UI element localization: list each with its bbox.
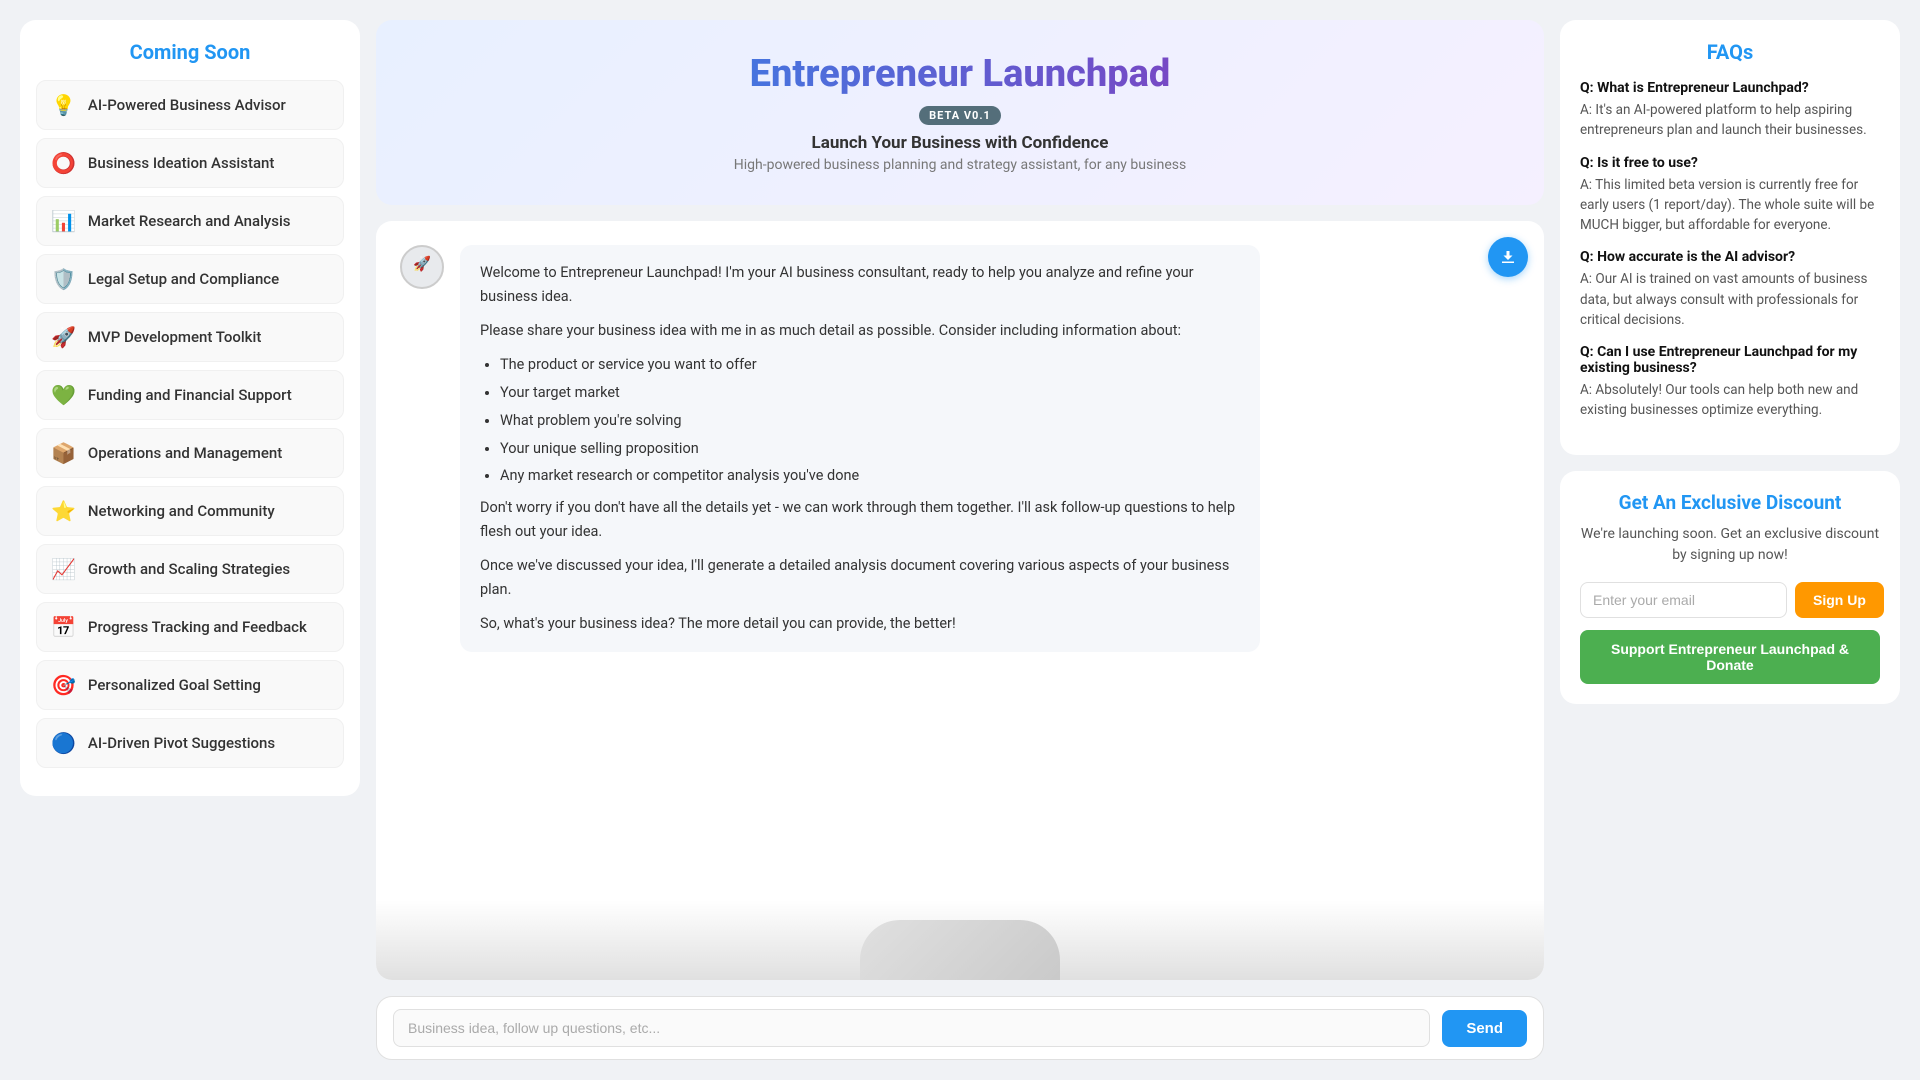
target-icon: 🎯 [51,673,76,697]
faq-answer-2: A: This limited beta version is currentl… [1580,175,1880,236]
chat-image-placeholder [860,920,1060,980]
chat-messages: 🚀 Welcome to Entrepreneur Launchpad! I'm… [376,221,1544,900]
signup-button[interactable]: Sign Up [1795,582,1884,618]
pivot-icon: 🔵 [51,731,76,755]
left-sidebar: Coming Soon 💡 AI-Powered Business Adviso… [20,20,360,796]
faq-question-1: Q: What is Entrepreneur Launchpad? [1580,80,1880,96]
faq-item-4: Q: Can I use Entrepreneur Launchpad for … [1580,344,1880,421]
trending-icon: 📈 [51,557,76,581]
sidebar-item-label: Funding and Financial Support [88,386,292,404]
email-input[interactable] [1580,582,1787,618]
faq-item-2: Q: Is it free to use? A: This limited be… [1580,155,1880,236]
faq-answer-1: A: It's an AI-powered platform to help a… [1580,100,1880,141]
sidebar-item-mvp-toolkit[interactable]: 🚀 MVP Development Toolkit [36,312,344,362]
faq-question-4: Q: Can I use Entrepreneur Launchpad for … [1580,344,1880,376]
welcome-p1: Welcome to Entrepreneur Launchpad! I'm y… [480,261,1240,309]
sidebar-item-label: Networking and Community [88,502,275,520]
avatar: 🚀 [400,245,444,289]
chat-image-area [376,900,1544,980]
welcome-p5: So, what's your business idea? The more … [480,612,1240,636]
sidebar-item-goal-setting[interactable]: 🎯 Personalized Goal Setting [36,660,344,710]
calendar-icon: 📅 [51,615,76,639]
sidebar-item-ai-powered-advisor[interactable]: 💡 AI-Powered Business Advisor [36,80,344,130]
send-button[interactable]: Send [1442,1010,1527,1047]
sidebar-item-label: Business Ideation Assistant [88,154,275,172]
faq-card: FAQs Q: What is Entrepreneur Launchpad? … [1560,20,1900,455]
sidebar-item-label: Personalized Goal Setting [88,676,261,694]
faq-question-2: Q: Is it free to use? [1580,155,1880,171]
chat-input[interactable] [393,1009,1430,1047]
sidebar-item-label: Growth and Scaling Strategies [88,560,290,578]
discount-desc: We're launching soon. Get an exclusive d… [1580,524,1880,566]
faq-question-3: Q: How accurate is the AI advisor? [1580,249,1880,265]
money-icon: 💚 [51,383,76,407]
bullet-2: Your target market [500,381,1240,405]
sidebar-item-business-ideation[interactable]: ⭕ Business Ideation Assistant [36,138,344,188]
circle-icon: ⭕ [51,151,76,175]
sidebar-item-market-research[interactable]: 📊 Market Research and Analysis [36,196,344,246]
shield-icon: 🛡️ [51,267,76,291]
sidebar-item-networking[interactable]: ⭐ Networking and Community [36,486,344,536]
sidebar-item-label: Market Research and Analysis [88,212,291,230]
welcome-p2: Please share your business idea with me … [480,319,1240,343]
faq-answer-4: A: Absolutely! Our tools can help both n… [1580,380,1880,421]
bullet-4: Your unique selling proposition [500,437,1240,461]
main-content: Entrepreneur Launchpad BETA V0.1 Launch … [376,20,1544,1060]
bullet-3: What problem you're solving [500,409,1240,433]
faq-item-3: Q: How accurate is the AI advisor? A: Ou… [1580,249,1880,330]
sidebar-item-progress[interactable]: 📅 Progress Tracking and Feedback [36,602,344,652]
sidebar-item-pivot[interactable]: 🔵 AI-Driven Pivot Suggestions [36,718,344,768]
sidebar-item-operations[interactable]: 📦 Operations and Management [36,428,344,478]
header-card: Entrepreneur Launchpad BETA V0.1 Launch … [376,20,1544,205]
star-icon: ⭐ [51,499,76,523]
chat-message-welcome: 🚀 Welcome to Entrepreneur Launchpad! I'm… [400,245,1520,652]
sidebar-item-label: Progress Tracking and Feedback [88,618,307,636]
welcome-list: The product or service you want to offer… [500,353,1240,489]
box-icon: 📦 [51,441,76,465]
app-title: Entrepreneur Launchpad [416,52,1504,96]
email-row: Sign Up [1580,582,1880,618]
bullet-1: The product or service you want to offer [500,353,1240,377]
bullet-5: Any market research or competitor analys… [500,464,1240,488]
download-button[interactable] [1488,237,1528,277]
discount-card: Get An Exclusive Discount We're launchin… [1560,471,1900,704]
lightbulb-icon: 💡 [51,93,76,117]
sidebar-item-label: AI-Driven Pivot Suggestions [88,734,275,752]
sidebar-item-label: Operations and Management [88,444,282,462]
header-desc: High-powered business planning and strat… [416,157,1504,173]
message-bubble: Welcome to Entrepreneur Launchpad! I'm y… [460,245,1260,652]
svg-text:🚀: 🚀 [413,255,431,273]
welcome-p4: Once we've discussed your idea, I'll gen… [480,554,1240,602]
sidebar-item-growth[interactable]: 📈 Growth and Scaling Strategies [36,544,344,594]
discount-title: Get An Exclusive Discount [1580,491,1880,514]
right-sidebar: FAQs Q: What is Entrepreneur Launchpad? … [1560,20,1900,1060]
chat-card: 🚀 Welcome to Entrepreneur Launchpad! I'm… [376,221,1544,980]
sidebar-item-legal-setup[interactable]: 🛡️ Legal Setup and Compliance [36,254,344,304]
faq-answer-3: A: Our AI is trained on vast amounts of … [1580,269,1880,330]
chat-input-bar: Send [376,996,1544,1060]
sidebar-item-label: AI-Powered Business Advisor [88,96,286,114]
faq-item-1: Q: What is Entrepreneur Launchpad? A: It… [1580,80,1880,141]
sidebar-title: Coming Soon [36,40,344,64]
rocket-icon: 🚀 [51,325,76,349]
chart-icon: 📊 [51,209,76,233]
support-button[interactable]: Support Entrepreneur Launchpad & Donate [1580,630,1880,684]
sidebar-item-funding[interactable]: 💚 Funding and Financial Support [36,370,344,420]
sidebar-item-label: MVP Development Toolkit [88,328,261,346]
faq-title: FAQs [1580,40,1880,64]
sidebar-item-label: Legal Setup and Compliance [88,270,279,288]
header-subtitle: Launch Your Business with Confidence [416,133,1504,153]
welcome-p3: Don't worry if you don't have all the de… [480,496,1240,544]
beta-badge: BETA V0.1 [919,106,1001,125]
